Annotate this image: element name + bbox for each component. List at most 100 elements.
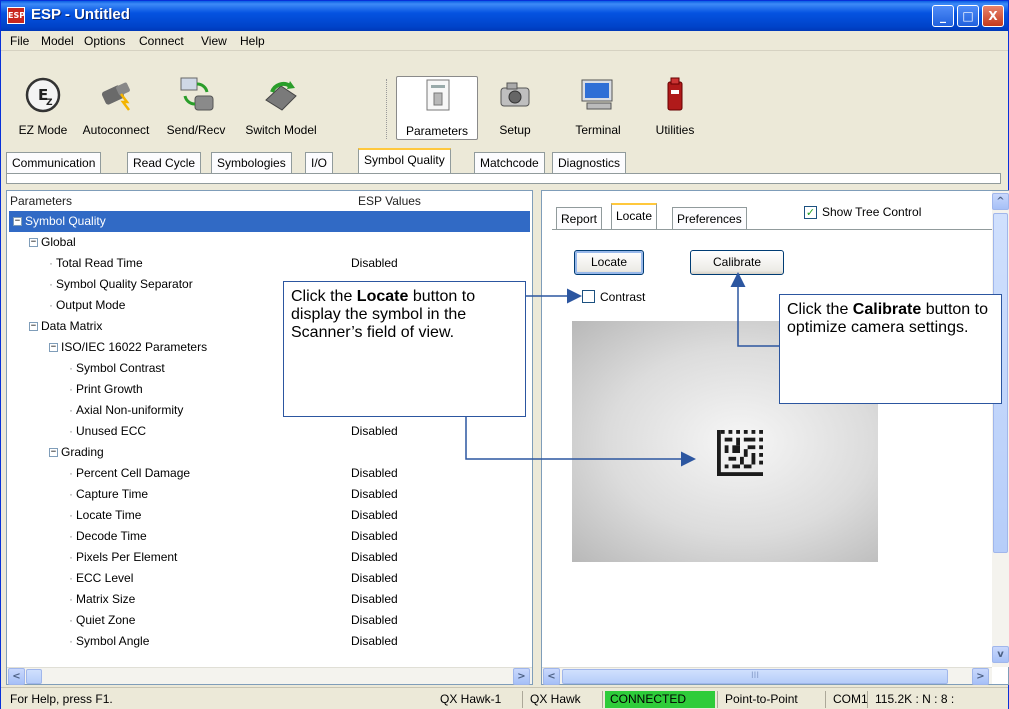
collapse-icon[interactable]: − xyxy=(29,322,38,332)
tree-label: Pixels Per Element xyxy=(76,550,178,564)
tree-label: Symbol Contrast xyxy=(76,361,165,375)
tab-preferences[interactable]: Preferences xyxy=(672,207,747,229)
tree-item-symbol-contrast[interactable]: · Symbol Contrast xyxy=(69,358,165,379)
status-divider xyxy=(602,691,603,708)
scroll-left-icon[interactable]: < xyxy=(543,668,560,685)
tree-label: Global xyxy=(41,235,76,249)
menu-connect[interactable]: Connect xyxy=(139,34,184,48)
tab-locate[interactable]: Locate xyxy=(611,203,658,229)
tree-item-matrix-size[interactable]: · Matrix Size Disabled xyxy=(69,589,529,610)
tree-item-total-read-time[interactable]: · Total Read Time Disabled xyxy=(49,253,529,274)
tree-node-global[interactable]: − Global xyxy=(29,232,76,253)
tree-node-iso-iec-16022[interactable]: − ISO/IEC 16022 Parameters xyxy=(49,337,207,358)
tab-communication[interactable]: Communication xyxy=(6,152,102,173)
tree-label: Decode Time xyxy=(76,529,147,543)
ez-mode-label: EZ Mode xyxy=(18,123,68,137)
tab-symbol-quality[interactable]: Symbol Quality xyxy=(358,148,451,174)
tree-item-symbol-angle[interactable]: · Symbol Angle Disabled xyxy=(69,631,529,652)
contrast-checkbox[interactable] xyxy=(582,290,595,303)
calibrate-button[interactable]: Calibrate xyxy=(690,250,784,275)
tree-label: Percent Cell Damage xyxy=(76,466,191,480)
tree-label: Quiet Zone xyxy=(76,613,136,627)
tree-label: ISO/IEC 16022 Parameters xyxy=(61,340,208,354)
status-divider xyxy=(522,691,523,708)
show-tree-checkbox[interactable]: ✓ xyxy=(804,206,817,219)
tree-node-data-matrix[interactable]: − Data Matrix xyxy=(29,316,102,337)
ez-mode-icon: E Z xyxy=(25,77,61,113)
status-device: QX Hawk-1 xyxy=(440,692,502,706)
close-button[interactable]: X xyxy=(982,5,1004,27)
locate-button[interactable]: Locate xyxy=(574,250,644,275)
tree-label: Data Matrix xyxy=(41,319,103,333)
tree-label: Grading xyxy=(61,445,104,459)
tab-report[interactable]: Report xyxy=(556,207,603,229)
tree-item-pixels-per-element[interactable]: · Pixels Per Element Disabled xyxy=(69,547,529,568)
menu-model[interactable]: Model xyxy=(41,34,74,48)
ez-mode-button[interactable]: E Z EZ Mode xyxy=(11,76,75,140)
subtab-line xyxy=(552,229,992,230)
tree-item-print-growth[interactable]: · Print Growth xyxy=(69,379,143,400)
collapse-icon[interactable]: − xyxy=(13,217,22,227)
tree-item-output-mode[interactable]: · Output Mode xyxy=(49,295,125,316)
utilities-button[interactable]: Utilities xyxy=(645,76,705,140)
tree-item-ecc-level[interactable]: · ECC Level Disabled xyxy=(69,568,529,589)
minimize-button[interactable]: _ xyxy=(932,5,954,27)
scroll-right-icon[interactable]: > xyxy=(972,668,989,685)
title-bar[interactable]: ESP ESP - Untitled _ □ X xyxy=(1,1,1008,31)
status-help: For Help, press F1. xyxy=(10,692,113,706)
menu-help[interactable]: Help xyxy=(240,34,265,48)
maximize-button[interactable]: □ xyxy=(957,5,979,27)
tab-symbologies[interactable]: Symbologies xyxy=(211,152,292,173)
tree-node-symbol-quality[interactable]: − Symbol Quality xyxy=(9,211,530,232)
locate-callout: Click the Locate button to display the s… xyxy=(283,281,526,417)
tree-item-percent-cell-damage[interactable]: · Percent Cell Damage Disabled xyxy=(69,463,529,484)
camera-icon xyxy=(500,82,530,107)
tree-node-grading[interactable]: − Grading xyxy=(49,442,104,463)
scroll-up-icon[interactable]: ^ xyxy=(992,193,1009,210)
tree-value: Disabled xyxy=(351,424,398,438)
status-connection-badge: CONNECTED xyxy=(605,691,715,708)
send-recv-button[interactable]: Send/Recv xyxy=(158,76,234,140)
tab-matchcode[interactable]: Matchcode xyxy=(474,152,545,173)
setup-button[interactable]: Setup xyxy=(484,76,546,140)
tree-horizontal-scrollbar[interactable]: < > xyxy=(7,667,532,685)
tree-header-parameters: Parameters xyxy=(10,194,73,208)
tree-value: Disabled xyxy=(351,508,398,522)
tab-diagnostics[interactable]: Diagnostics xyxy=(552,152,627,173)
tree-label: ECC Level xyxy=(76,571,134,585)
locate-horizontal-scrollbar[interactable]: < III > xyxy=(542,667,992,685)
tree-value: Disabled xyxy=(351,550,398,564)
menu-file[interactable]: File xyxy=(10,34,29,48)
tree-label: Capture Time xyxy=(76,487,149,501)
tree-item-quiet-zone[interactable]: · Quiet Zone Disabled xyxy=(69,610,529,631)
status-divider xyxy=(717,691,718,708)
tree-item-unused-ecc[interactable]: · Unused ECC Disabled xyxy=(69,421,529,442)
autoconnect-label: Autoconnect xyxy=(82,123,150,137)
tab-read-cycle[interactable]: Read Cycle xyxy=(127,152,202,173)
tree-item-capture-time[interactable]: · Capture Time Disabled xyxy=(69,484,529,505)
collapse-icon[interactable]: − xyxy=(29,238,38,248)
callout-text: Click the xyxy=(291,288,357,305)
parameters-button[interactable]: Parameters xyxy=(396,76,478,140)
tree-item-symbol-quality-separator[interactable]: · Symbol Quality Separator xyxy=(49,274,193,295)
autoconnect-button[interactable]: Autoconnect xyxy=(79,76,153,140)
switch-model-button[interactable]: Switch Model xyxy=(240,76,322,140)
tab-io[interactable]: I/O xyxy=(305,152,334,173)
scrollbar-thumb[interactable]: III xyxy=(562,669,948,684)
scrollbar-thumb[interactable] xyxy=(26,669,42,684)
terminal-button[interactable]: Terminal xyxy=(561,76,635,140)
collapse-icon[interactable]: − xyxy=(49,448,58,458)
tree-item-locate-time[interactable]: · Locate Time Disabled xyxy=(69,505,529,526)
tree-value: Disabled xyxy=(351,592,398,606)
menu-options[interactable]: Options xyxy=(84,34,125,48)
collapse-icon[interactable]: − xyxy=(49,343,58,353)
main-tab-strip: Communication Read Cycle Symbologies I/O… xyxy=(1,146,1008,188)
scroll-down-icon[interactable]: v xyxy=(992,646,1009,663)
menu-view[interactable]: View xyxy=(201,34,227,48)
scroll-left-icon[interactable]: < xyxy=(8,668,25,685)
tree-label: Print Growth xyxy=(76,382,143,396)
parameters-label: Parameters xyxy=(405,124,469,138)
scroll-right-icon[interactable]: > xyxy=(513,668,530,685)
tree-item-decode-time[interactable]: · Decode Time Disabled xyxy=(69,526,529,547)
locate-vertical-scrollbar[interactable]: ^ v xyxy=(992,191,1009,667)
